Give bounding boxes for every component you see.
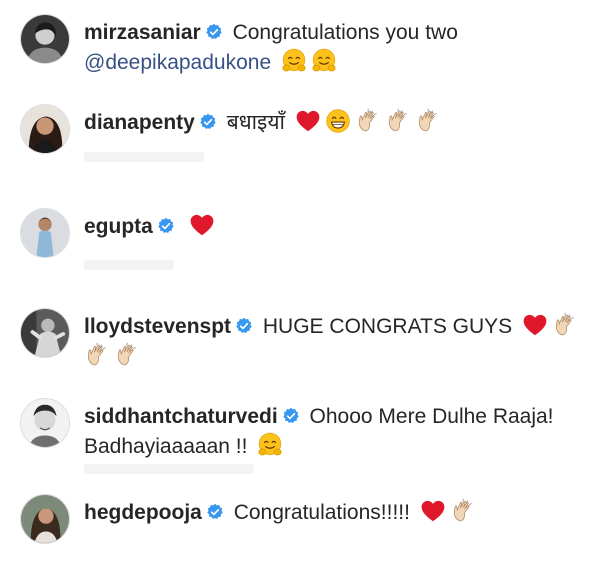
comment-hegdepooja: hegdepooja Congratulations!!!!! [20,494,590,554]
comment-text: hegdepooja Congratulations!!!!! [84,498,590,528]
comment-body: Congratulations you two [232,21,458,44]
comment-dianapenty: dianapenty बधाइयाँ [20,104,590,184]
comment-text: siddhantchaturvedi Ohooo Mere Dulhe Raaj… [84,402,590,462]
username[interactable]: dianapenty [84,111,195,134]
clap-emoji-icon [355,108,381,134]
collapsed-reply-placeholder [84,260,174,270]
comment-text: mirzasaniar Congratulations you two @dee… [84,18,590,78]
comment-body: HUGE CONGRATS GUYS [262,315,513,338]
mention-link[interactable]: @deepikapadukone [84,51,271,74]
comment-body: Congratulations!!!!! [233,501,410,524]
clap-emoji-icon [450,498,476,524]
comment-egupta: egupta [20,208,590,288]
comment-text: egupta [84,212,590,242]
verified-badge-icon [206,503,224,521]
username[interactable]: hegdepooja [84,501,202,524]
verified-badge-icon [205,23,223,41]
comment-body-line2: Badhayiaaaaan !! [84,435,248,458]
avatar[interactable] [20,398,70,448]
red-heart-icon [189,212,215,238]
verified-badge-icon [235,317,253,335]
verified-badge-icon [282,407,300,425]
hug-emoji-icon [281,48,307,74]
comment-lloydstevenspt: lloydstevenspt HUGE CONGRATS GUYS [20,308,590,378]
red-heart-icon [295,108,321,134]
comment-text: lloydstevenspt HUGE CONGRATS GUYS [84,312,590,372]
avatar[interactable] [20,104,70,154]
comment-text: dianapenty बधाइयाँ [84,108,590,138]
username[interactable]: egupta [84,215,153,238]
avatar[interactable] [20,494,70,544]
comment-body: Ohooo Mere Dulhe Raaja! [309,405,554,428]
collapsed-reply-placeholder [84,152,204,162]
red-heart-icon [522,312,548,338]
clap-emoji-icon [385,108,411,134]
username[interactable]: mirzasaniar [84,21,201,44]
hug-emoji-icon [311,48,337,74]
clap-emoji-icon [114,342,140,368]
avatar[interactable] [20,308,70,358]
verified-badge-icon [157,217,175,235]
red-heart-icon [420,498,446,524]
avatar[interactable] [20,208,70,258]
comment-body: बधाइयाँ [226,111,285,134]
collapsed-reply-placeholder [84,464,254,474]
username[interactable]: siddhantchaturvedi [84,405,278,428]
verified-badge-icon [199,113,217,131]
clap-emoji-icon [415,108,441,134]
avatar[interactable] [20,14,70,64]
comment-siddhantchaturvedi: siddhantchaturvedi Ohooo Mere Dulhe Raaj… [20,398,590,474]
clap-emoji-icon [84,342,110,368]
comment-mirzasaniar: mirzasaniar Congratulations you two @dee… [20,14,590,74]
hug-emoji-icon [257,432,283,458]
grin-emoji-icon [325,108,351,134]
clap-emoji-icon [552,312,578,338]
username[interactable]: lloydstevenspt [84,315,231,338]
